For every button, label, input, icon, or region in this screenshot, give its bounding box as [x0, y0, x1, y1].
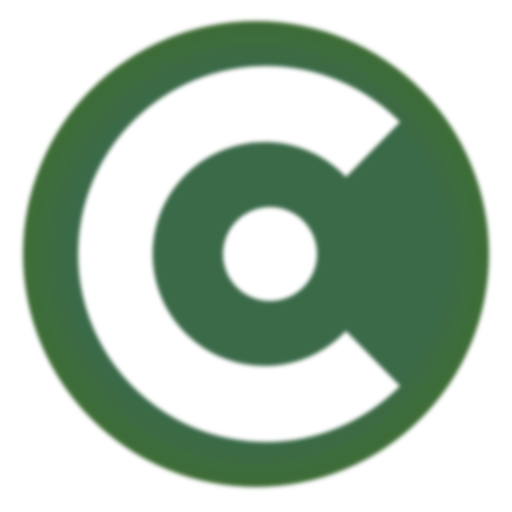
c-target-logo-icon [23, 21, 489, 487]
app-icon [0, 0, 512, 512]
center-dot [223, 207, 317, 301]
